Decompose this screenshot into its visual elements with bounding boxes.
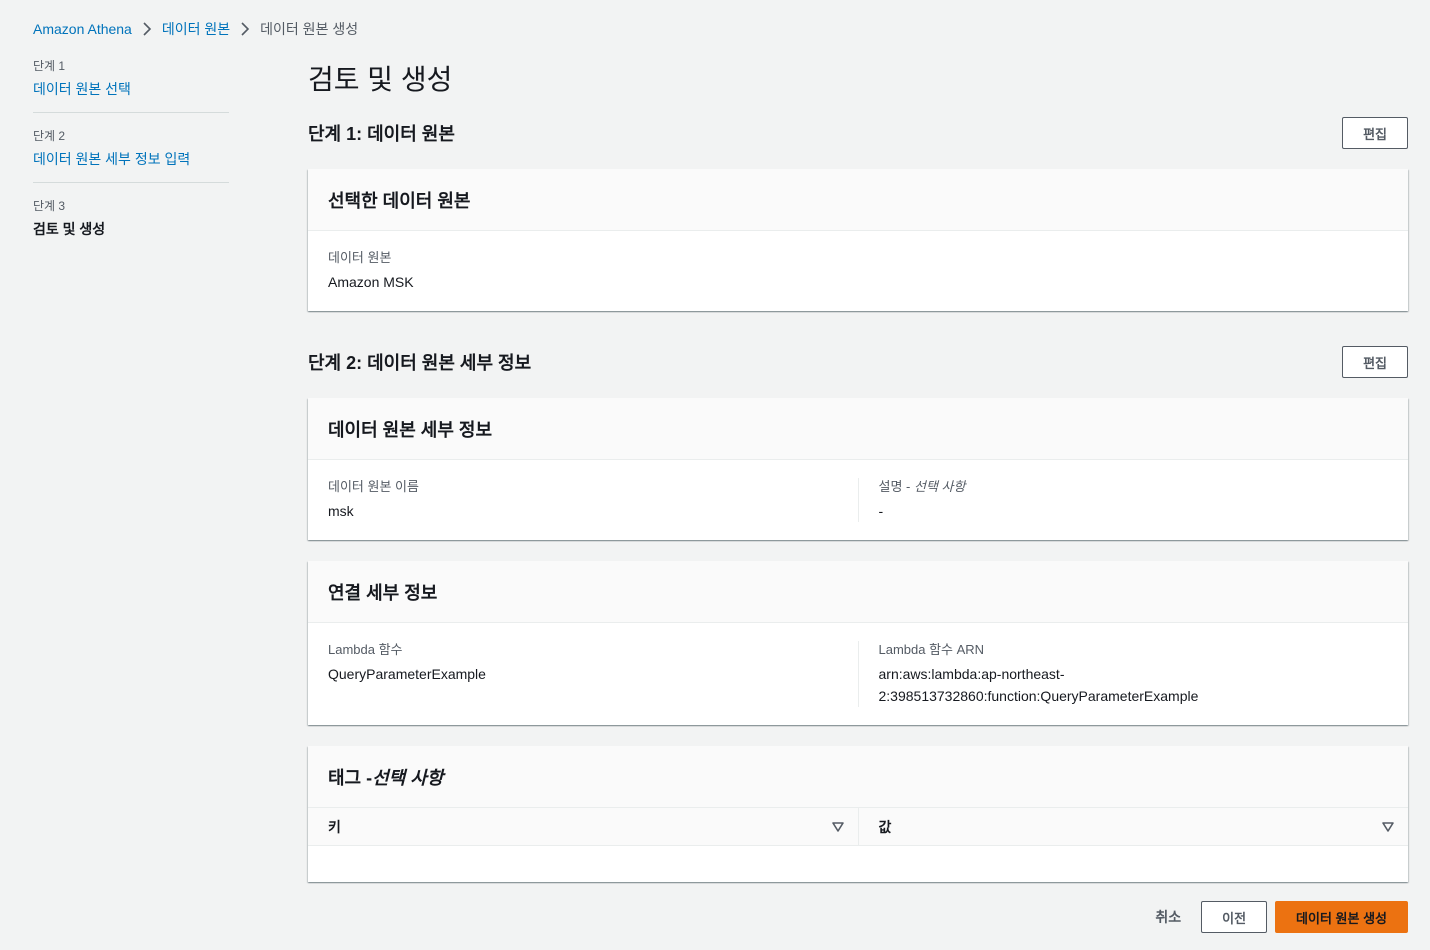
previous-button[interactable]: 이전 <box>1201 901 1268 933</box>
source-details-card: 데이터 원본 세부 정보 데이터 원본 이름 msk 설명 - 선택 사항 - <box>308 398 1408 540</box>
cancel-button[interactable]: 취소 <box>1135 907 1201 927</box>
breadcrumb-athena[interactable]: Amazon Athena <box>33 21 132 37</box>
tags-table-body <box>308 846 1408 882</box>
description-value: - <box>878 503 884 519</box>
source-name-value: msk <box>328 503 354 519</box>
sort-down-icon <box>831 819 844 835</box>
wizard-steps: 단계 1 데이터 원본 선택 단계 2 데이터 원본 세부 정보 입력 단계 3… <box>33 58 229 267</box>
field-label: 설명 - 선택 사항 <box>879 478 1389 496</box>
field-label: 데이터 원본 이름 <box>328 479 419 494</box>
tag-column-key[interactable]: 키 <box>308 808 858 845</box>
step-2: 단계 2 데이터 원본 세부 정보 입력 <box>33 128 229 183</box>
step-current-review: 검토 및 생성 <box>33 221 106 237</box>
card-title: 태그 - 선택 사항 <box>308 746 1408 808</box>
chevron-right-icon <box>132 22 162 36</box>
step-number: 단계 3 <box>33 199 66 213</box>
breadcrumb-data-sources[interactable]: 데이터 원본 <box>162 19 230 39</box>
arn-line-2: 2:398513732860:function:QueryParameterEx… <box>878 688 1199 704</box>
optional-label: 선택 사항 <box>913 479 966 494</box>
step-number: 단계 1 <box>33 59 66 73</box>
selected-source-card: 선택한 데이터 원본 데이터 원본 Amazon MSK <box>308 169 1408 311</box>
chevron-right-icon <box>230 22 260 36</box>
lambda-arn-value: arn:aws:lambda:ap-northeast- 2:398513732… <box>879 663 1389 707</box>
section-1-title: 단계 1: 데이터 원본 <box>308 124 455 144</box>
lambda-function-value: QueryParameterExample <box>328 666 486 682</box>
breadcrumb: Amazon Athena 데이터 원본 데이터 원본 생성 <box>33 19 358 39</box>
wizard-footer: 취소 이전 데이터 원본 생성 <box>1135 901 1408 933</box>
page-title: 검토 및 생성 <box>308 64 453 95</box>
step-1: 단계 1 데이터 원본 선택 <box>33 58 229 113</box>
card-title: 연결 세부 정보 <box>308 561 1408 623</box>
step-number: 단계 2 <box>33 129 66 143</box>
step-link-select-source[interactable]: 데이터 원본 선택 <box>33 80 229 98</box>
edit-step-2-button[interactable]: 편집 <box>1342 346 1408 378</box>
create-data-source-button[interactable]: 데이터 원본 생성 <box>1275 901 1408 933</box>
section-2-title: 단계 2: 데이터 원본 세부 정보 <box>308 353 532 373</box>
field-label: Lambda 함수 ARN <box>878 642 985 657</box>
sort-down-icon <box>1382 819 1394 835</box>
connection-details-card: 연결 세부 정보 Lambda 함수 QueryParameterExample… <box>308 561 1408 725</box>
edit-step-1-button[interactable]: 편집 <box>1342 117 1408 149</box>
card-title: 데이터 원본 세부 정보 <box>308 398 1408 460</box>
tags-title: 태그 - <box>328 767 373 788</box>
section-2-header: 단계 2: 데이터 원본 세부 정보 편집 <box>308 346 1408 378</box>
card-title: 선택한 데이터 원본 <box>308 169 1408 231</box>
field-label: Lambda 함수 <box>328 642 403 657</box>
field-label: 데이터 원본 <box>328 250 392 265</box>
column-header-label: 값 <box>878 818 892 835</box>
step-link-enter-details[interactable]: 데이터 원본 세부 정보 입력 <box>33 150 229 168</box>
step-3: 단계 3 검토 및 생성 <box>33 198 229 252</box>
arn-line-1: arn:aws:lambda:ap-northeast- <box>878 666 1065 682</box>
section-1-header: 단계 1: 데이터 원본 편집 <box>308 117 1408 149</box>
tag-column-value[interactable]: 값 <box>857 808 1409 845</box>
optional-label: 선택 사항 <box>372 767 444 788</box>
tags-card: 태그 - 선택 사항 키 값 <box>308 746 1408 882</box>
description-label: 설명 - <box>878 479 914 494</box>
breadcrumb-current: 데이터 원본 생성 <box>260 21 359 37</box>
data-source-value: Amazon MSK <box>328 274 414 290</box>
tags-table-header: 키 값 <box>308 808 1408 846</box>
column-header-label: 키 <box>328 818 341 835</box>
